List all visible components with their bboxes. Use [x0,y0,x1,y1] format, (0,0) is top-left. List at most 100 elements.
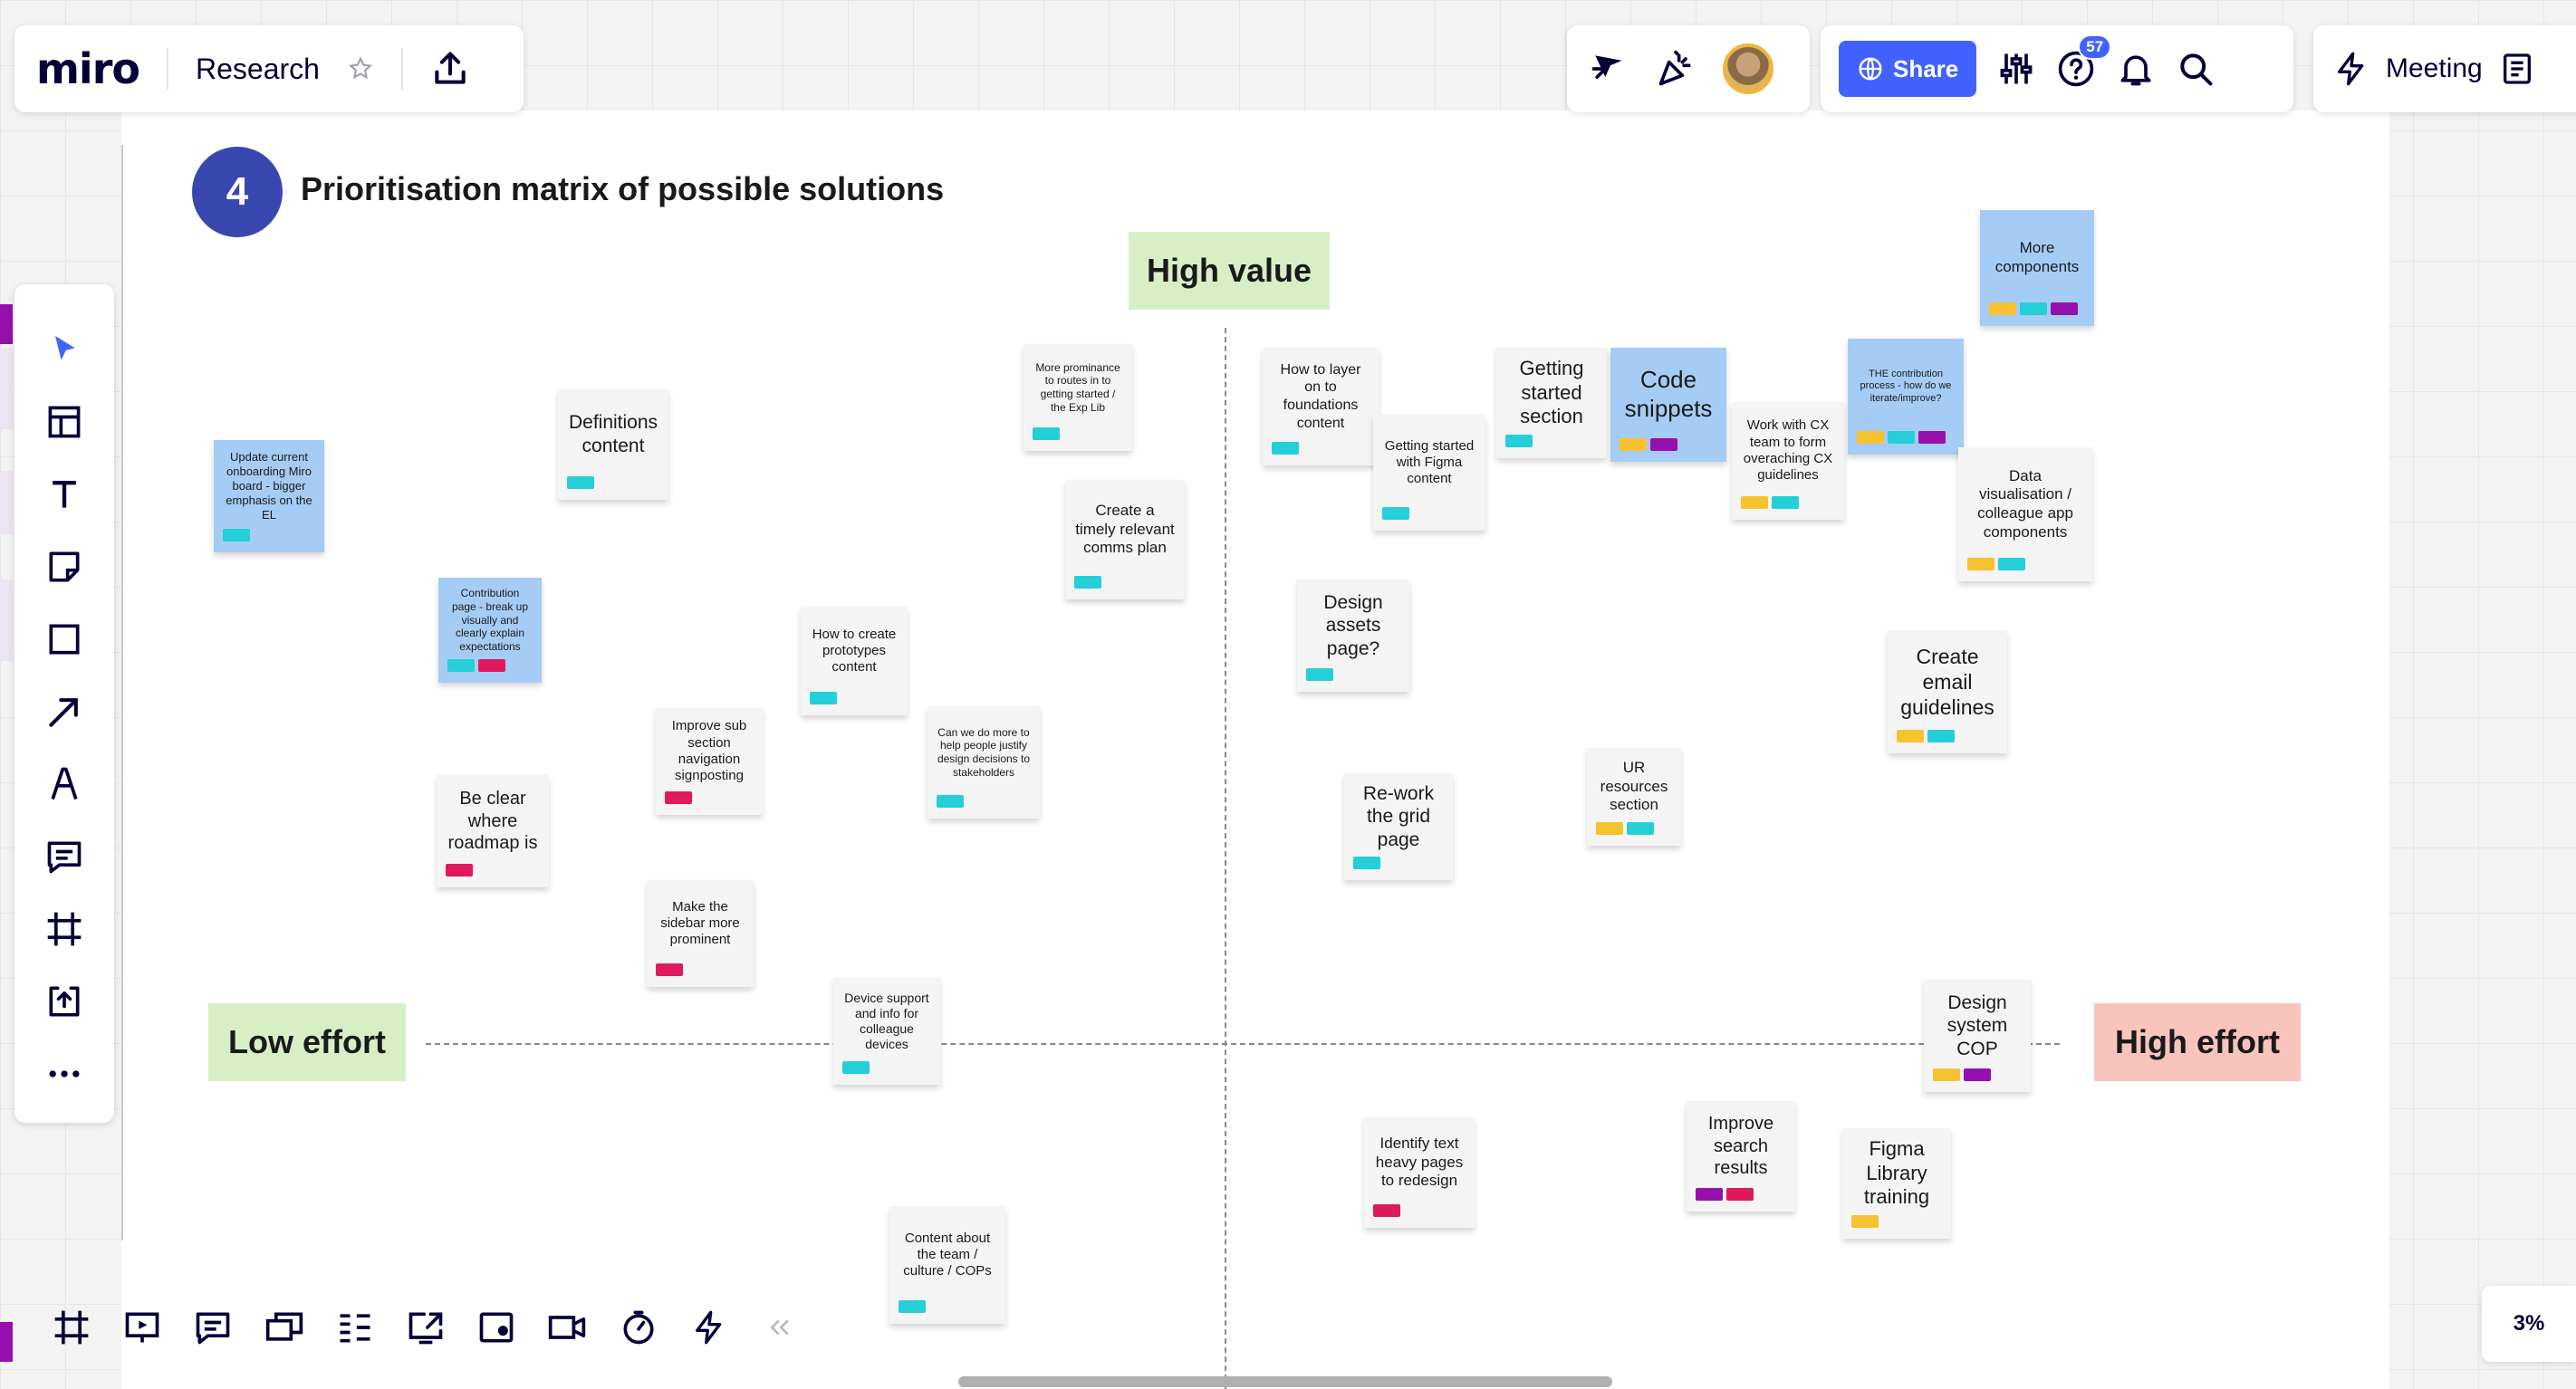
divider [167,48,168,90]
matrix-title[interactable]: Prioritisation matrix of possible soluti… [301,170,944,208]
sticky-tags [1373,1204,1400,1217]
quick-actions-icon[interactable] [674,1291,745,1364]
sticky-note[interactable]: Code snippets [1610,348,1726,462]
sticky-tags [447,659,505,672]
upload-icon[interactable] [37,974,91,1029]
sticky-note[interactable]: Improve sub section navigation signposti… [656,708,763,815]
screen-record-icon[interactable] [461,1291,532,1364]
sticky-note-text: Can we do more to help people justify de… [937,725,1031,779]
presentation-icon[interactable] [107,1291,178,1364]
sticky-note[interactable]: Content about the team / culture / COPs [889,1206,1005,1324]
shape-tool-icon[interactable] [37,612,91,666]
offscreen-sticky-fragment [0,1322,13,1362]
sticky-note[interactable]: Design assets page? [1297,580,1409,692]
sticky-note[interactable]: UR resources section [1587,748,1681,846]
kanban-icon[interactable] [320,1291,390,1364]
sticky-note[interactable]: Can we do more to help people justify de… [928,706,1040,819]
sticky-tags [1596,822,1654,835]
comment-icon[interactable] [37,829,91,884]
comments-icon[interactable] [178,1291,248,1364]
sticky-tags [665,791,692,804]
sticky-note-icon[interactable] [37,540,91,594]
sticky-note[interactable]: Data visualisation / colleague app compo… [1958,447,2092,581]
sticky-tags [1505,435,1533,447]
sticky-note[interactable]: More prominance to routes in to getting … [1024,344,1132,451]
board-header-panel: miro Research [14,25,524,112]
more-tools-icon[interactable] [37,1047,91,1101]
sticky-note-text: Re-work the grid page [1362,782,1435,850]
templates-icon[interactable] [37,395,91,449]
sticky-note[interactable]: Identify text heavy pages to redesign [1364,1117,1475,1228]
search-icon[interactable] [2176,49,2216,89]
tag-yellow [1596,822,1623,835]
sticky-note-text: How to layer on to foundations content [1280,361,1361,431]
sticky-note[interactable]: Getting started with Figma content [1373,415,1485,531]
horizontal-scrollbar[interactable] [958,1376,1612,1387]
creation-toolbar [14,284,114,1123]
select-tool-icon[interactable] [37,322,91,377]
sticky-tags [1897,730,1955,742]
sticky-tags [1620,438,1677,451]
sticky-tags [842,1061,870,1074]
sticky-note[interactable]: Create a timely relevant comms plan [1065,480,1185,599]
divider [400,48,403,90]
miro-logo[interactable]: miro [36,44,140,93]
connector-arrow-icon[interactable] [37,685,91,739]
offscreen-sticky-fragment [0,471,13,534]
sticky-note[interactable]: Create email guidelines [1888,630,2007,753]
sticky-note[interactable]: Re-work the grid page [1344,773,1453,880]
video-chat-icon[interactable] [532,1291,602,1364]
sticky-note[interactable]: How to create prototypes content [801,607,908,715]
share-button[interactable]: Share [1839,41,1977,97]
sticky-note[interactable]: Contribution page - break up visually an… [438,578,542,683]
frame-tool-icon[interactable] [37,902,91,956]
sticky-note[interactable]: Be clear where roadmap is [437,775,549,887]
help-icon[interactable]: 57 [2056,34,2112,89]
screen-share-icon[interactable] [390,1291,461,1364]
meeting-button[interactable]: Meeting [2386,53,2483,84]
export-upload-icon[interactable] [430,49,470,89]
cursor-follow-icon[interactable] [1589,49,1629,89]
high-value-label[interactable]: High value [1129,232,1330,310]
high-effort-label[interactable]: High effort [2094,1003,2301,1081]
sticky-tags [937,795,964,808]
sticky-note[interactable]: How to layer on to foundations content [1263,348,1379,465]
tag-cyan [223,529,250,541]
text-tool-icon[interactable] [37,467,91,522]
sticky-note[interactable]: Getting started section [1496,348,1607,458]
cards-icon[interactable] [249,1291,320,1364]
tag-yellow [1967,558,1994,570]
tag-pink [1726,1188,1754,1201]
board-name[interactable]: Research [196,53,320,86]
sticky-note[interactable]: Make the sidebar more prominent [647,880,754,987]
sticky-note[interactable]: THE contribution process - how do we ite… [1848,339,1964,455]
tag-pink [1373,1204,1400,1217]
frame-edge-line [121,145,123,1241]
step-number-circle[interactable]: 4 [192,147,283,237]
star-icon[interactable] [347,55,374,82]
notes-panel-icon[interactable] [2499,51,2535,87]
sticky-note[interactable]: Design system COP [1924,980,2031,1092]
tag-yellow [1741,496,1768,509]
low-effort-label[interactable]: Low effort [208,1003,406,1081]
sticky-note[interactable]: Figma Library training [1842,1128,1951,1239]
sticky-tags [1696,1188,1754,1201]
sticky-note[interactable]: Definitions content [558,389,668,500]
user-avatar[interactable] [1723,43,1773,94]
zoom-level[interactable]: 3% [2482,1286,2576,1362]
sticky-note-text: Create email guidelines [1900,644,1994,720]
sticky-note[interactable]: Improve search results [1687,1101,1795,1212]
sticky-note-text: Definitions content [568,412,658,456]
collapse-toolbar-icon[interactable] [745,1291,815,1364]
sticky-note[interactable]: Update current onboarding Miro board - b… [214,440,324,552]
sticky-note[interactable]: Work with CX team to form overaching CX … [1732,402,1844,520]
pen-tool-icon[interactable] [37,757,91,811]
frames-icon[interactable] [36,1291,107,1364]
celebration-icon[interactable] [1656,49,1696,89]
sticky-note[interactable]: Device support and info for colleague de… [833,978,940,1085]
timer-icon[interactable] [603,1291,674,1364]
sticky-note-text: Improve search results [1707,1114,1774,1179]
notifications-bell-icon[interactable] [2116,49,2156,89]
settings-sliders-icon[interactable] [1996,49,2036,89]
sticky-note[interactable]: More components [1980,210,2094,326]
